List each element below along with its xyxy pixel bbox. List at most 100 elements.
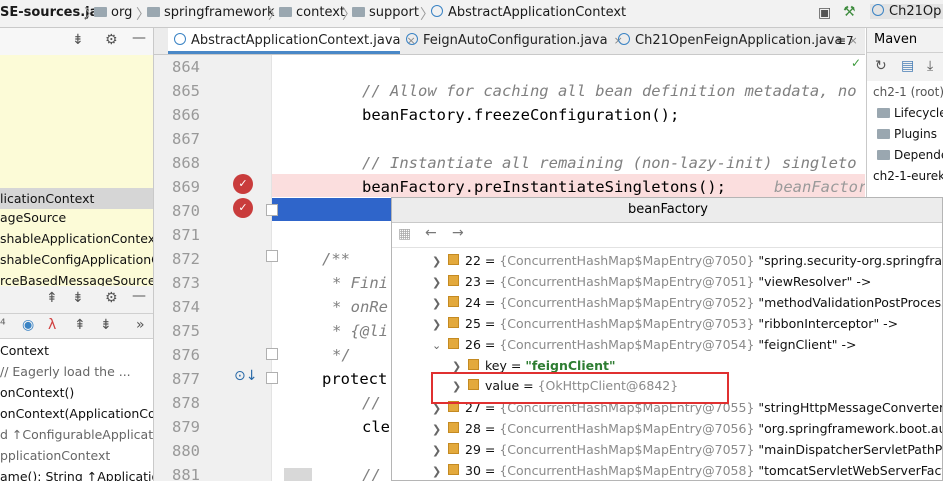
entry-type: {ConcurrentHashMap$MapEntry@7051} [499, 274, 755, 289]
hierarchy-item[interactable]: shableConfigApplicationCo [0, 252, 153, 267]
structure-item[interactable]: // Eagerly load the ... [0, 364, 131, 379]
more-icon[interactable]: » [136, 317, 145, 333]
minimize-icon[interactable]: — [132, 30, 146, 46]
show-fields-icon[interactable]: ◉ [22, 317, 34, 333]
map-entry-row[interactable]: ❯ 25 = {ConcurrentHashMap$MapEntry@7053} … [432, 316, 898, 331]
field-icon [448, 275, 459, 286]
map-entry-row[interactable]: ❯ 28 = {ConcurrentHashMap$MapEntry@7056} … [432, 421, 942, 436]
entry-index: 23 [465, 274, 481, 289]
hierarchy-item[interactable]: shableApplicationContext [0, 231, 153, 246]
hierarchy-tree: licationContext ageSource shableApplicat… [0, 55, 153, 314]
generate-sources-icon[interactable]: ▤ [901, 58, 914, 74]
build-hammer-icon[interactable]: ⚒ [843, 4, 856, 20]
structure-item[interactable]: ame(): String ↑ApplicationC [0, 469, 153, 481]
refresh-icon[interactable]: ↻ [875, 58, 887, 74]
entry-index: 24 [465, 295, 481, 310]
collapse-icon[interactable]: ⇟ [100, 317, 112, 333]
maven-header: Maven [867, 28, 943, 53]
maven-dependencies[interactable]: Depende [877, 148, 943, 162]
structure-item[interactable]: Context [0, 343, 49, 358]
structure-item[interactable]: d ↑ConfigurableApplication [0, 427, 153, 442]
code-line: // [362, 466, 381, 481]
maven-project[interactable]: ch2-1-eurek [873, 169, 943, 183]
equals-sign: = [480, 337, 500, 352]
line-number: 881 [172, 466, 200, 481]
breadcrumb-class[interactable]: AbstractApplicationContext [431, 5, 626, 20]
maven-lifecycle[interactable]: Lifecycle [877, 106, 943, 120]
breadcrumb-springframework[interactable]: springframework [147, 5, 274, 20]
entry-type: {ConcurrentHashMap$MapEntry@7058} [499, 463, 755, 478]
breakpoint-icon[interactable]: ✓ [233, 174, 253, 194]
maven-title: Maven [874, 32, 918, 47]
chevron-right-icon[interactable]: ❯ [432, 465, 448, 478]
expand-all-icon[interactable]: ⇞ [74, 317, 86, 333]
highlight-box [431, 372, 729, 404]
chevron-right-icon[interactable]: ❯ [432, 297, 448, 310]
popup-toolbar: ▦ ← → [392, 223, 942, 248]
chevron-right-icon[interactable]: ❯ [432, 444, 448, 457]
tab-ch21-open-feign-application[interactable]: Ch21OpenFeignApplication.java × [612, 28, 858, 54]
structure-item[interactable]: onContext(ApplicationCont [0, 406, 153, 421]
chevron-down-icon[interactable]: ⌄ [432, 339, 448, 352]
entry-name: "spring.security-org.springframewo [758, 253, 943, 268]
maven-project[interactable]: ch2-1 (root) [873, 85, 943, 99]
chevron-right-icon[interactable]: ❯ [432, 276, 448, 289]
maven-plugins[interactable]: Plugins [877, 127, 937, 141]
map-entry-row[interactable]: ❯ 30 = {ConcurrentHashMap$MapEntry@7058} … [432, 463, 942, 478]
breadcrumb-org[interactable]: org [94, 5, 132, 20]
folder-icon [877, 108, 890, 118]
entry-index: 26 [465, 337, 481, 352]
minimize-icon[interactable]: — [132, 288, 146, 304]
implemented-method-icon[interactable]: ⊙↓ [234, 368, 257, 384]
tab-feign-auto-configuration[interactable]: FeignAutoConfiguration.java × [400, 28, 623, 54]
map-entry-row[interactable]: ⌄ 26 = {ConcurrentHashMap$MapEntry@7054} … [432, 337, 856, 352]
breadcrumb-support[interactable]: support [352, 5, 419, 20]
gear-icon[interactable]: ⚙ [105, 290, 118, 306]
back-arrow-icon[interactable]: ← [425, 225, 437, 241]
line-number: 873 [172, 274, 200, 292]
collapse-icon[interactable]: ⇟ [72, 290, 84, 306]
code-line: protect [322, 370, 388, 388]
entry-index: 28 [465, 421, 481, 436]
entry-index: 30 [465, 463, 481, 478]
download-icon[interactable]: ⤓ [927, 58, 933, 74]
class-icon [406, 33, 418, 45]
chevron-right-icon[interactable]: ❯ [432, 423, 448, 436]
horizontal-scrollbar[interactable] [284, 468, 312, 481]
map-entry-row[interactable]: ❯ 24 = {ConcurrentHashMap$MapEntry@7052} … [432, 295, 942, 310]
breakpoint-icon[interactable]: ✓ [233, 198, 253, 218]
folder-icon [877, 150, 890, 160]
sort-icon[interactable]: ⁴ [0, 317, 6, 333]
forward-arrow-icon[interactable]: → [452, 225, 464, 241]
expand-all-icon[interactable]: ⇞ [46, 290, 58, 306]
equals-sign: = [480, 421, 500, 436]
chevron-right-icon[interactable]: ❯ [432, 255, 448, 268]
window-icon[interactable]: ▣ [818, 5, 831, 21]
structure-panel: ⇞ ⇟ ⚙ — ⁴ ◉ λ ⇞ ⇟ » Context // Eagerly l… [0, 286, 153, 481]
debugger-value-popup[interactable]: beanFactory ▦ ← → ❯ 22 = {ConcurrentHashM… [391, 197, 943, 481]
structure-item[interactable]: onContext() [0, 385, 74, 400]
fold-marker-icon[interactable] [266, 204, 278, 216]
map-entry-row[interactable]: ❯ 23 = {ConcurrentHashMap$MapEntry@7051} … [432, 274, 871, 289]
lambda-icon[interactable]: λ [48, 317, 56, 333]
breadcrumb-context[interactable]: context [279, 5, 345, 20]
tab-overflow[interactable]: ≡7 [836, 28, 865, 54]
hierarchy-item[interactable]: licationContext [0, 188, 153, 209]
gear-icon[interactable]: ⚙ [105, 32, 118, 48]
fold-marker-icon[interactable] [266, 372, 278, 384]
fold-marker-icon[interactable] [266, 348, 278, 360]
line-number: 876 [172, 346, 200, 364]
hierarchy-item[interactable]: ageSource [0, 210, 66, 225]
structure-item[interactable]: pplicationContext [0, 448, 110, 463]
run-config-selector[interactable]: Ch21Op [870, 4, 943, 19]
tab-abstract-application-context[interactable]: AbstractApplicationContext.java × [168, 28, 416, 54]
tree-view-icon[interactable]: ▦ [398, 226, 411, 242]
fold-marker-icon[interactable] [266, 250, 278, 262]
chevron-right-icon[interactable]: ❯ [432, 318, 448, 331]
field-icon [448, 338, 459, 349]
entry-type: {ConcurrentHashMap$MapEntry@7053} [499, 316, 755, 331]
map-entry-row[interactable]: ❯ 22 = {ConcurrentHashMap$MapEntry@7050} … [432, 253, 943, 268]
key-row[interactable]: ❯ key = "feignClient" [452, 358, 615, 373]
map-entry-row[interactable]: ❯ 29 = {ConcurrentHashMap$MapEntry@7057} … [432, 442, 942, 457]
collapse-icon[interactable]: ⇟ [72, 32, 84, 48]
